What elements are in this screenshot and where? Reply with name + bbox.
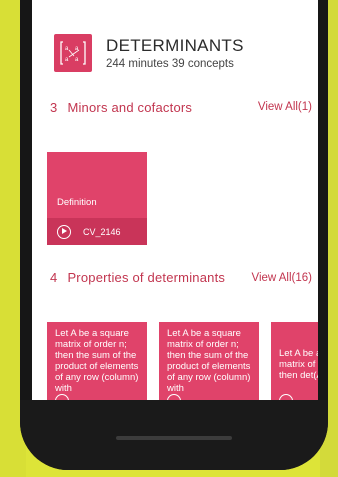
card-label: Definition xyxy=(57,197,97,208)
concept-card[interactable]: Let A be a square matrix of order n; the… xyxy=(47,322,147,400)
determinants-matrix-icon: a a a a xyxy=(54,34,92,72)
view-all-link-properties[interactable]: View All(16) xyxy=(251,272,312,284)
phone-chin xyxy=(20,400,328,470)
view-all-link-minors[interactable]: View All(1) xyxy=(258,101,312,113)
svg-text:a: a xyxy=(75,57,79,63)
app-screen: a a a a DETERMINANTS 244 minutes 39 conc… xyxy=(32,0,318,400)
section-number: 4 xyxy=(50,270,58,285)
section-title-properties: 4 Properties of determinants xyxy=(50,270,225,285)
section-title-minors: 3 Minors and cofactors xyxy=(50,100,192,115)
section-label: Properties of determinants xyxy=(67,270,226,285)
svg-text:a: a xyxy=(65,46,69,52)
home-indicator[interactable] xyxy=(116,436,232,440)
concept-card[interactable]: Let A be a square matrix of order n then… xyxy=(271,322,318,400)
concept-card-definition[interactable]: Definition CV_2146 xyxy=(47,152,147,245)
page-title: DETERMINANTS xyxy=(106,36,244,55)
card-code: CV_2146 xyxy=(83,226,121,237)
phone-frame: a a a a DETERMINANTS 244 minutes 39 conc… xyxy=(20,0,328,470)
concept-card[interactable]: Let A be a square matrix of order n; the… xyxy=(159,322,259,400)
card-text: Let A be a square matrix of order n then… xyxy=(279,348,318,381)
card-footer: CV_2146 xyxy=(47,218,147,245)
card-text: Let A be a square matrix of order n; the… xyxy=(55,328,139,394)
card-text: Let A be a square matrix of order n; the… xyxy=(167,328,251,394)
section-number: 3 xyxy=(50,100,58,115)
section-label: Minors and cofactors xyxy=(67,100,193,115)
svg-text:a: a xyxy=(65,57,69,63)
play-icon[interactable] xyxy=(57,224,71,239)
page-subtitle: 244 minutes 39 concepts xyxy=(106,58,234,70)
